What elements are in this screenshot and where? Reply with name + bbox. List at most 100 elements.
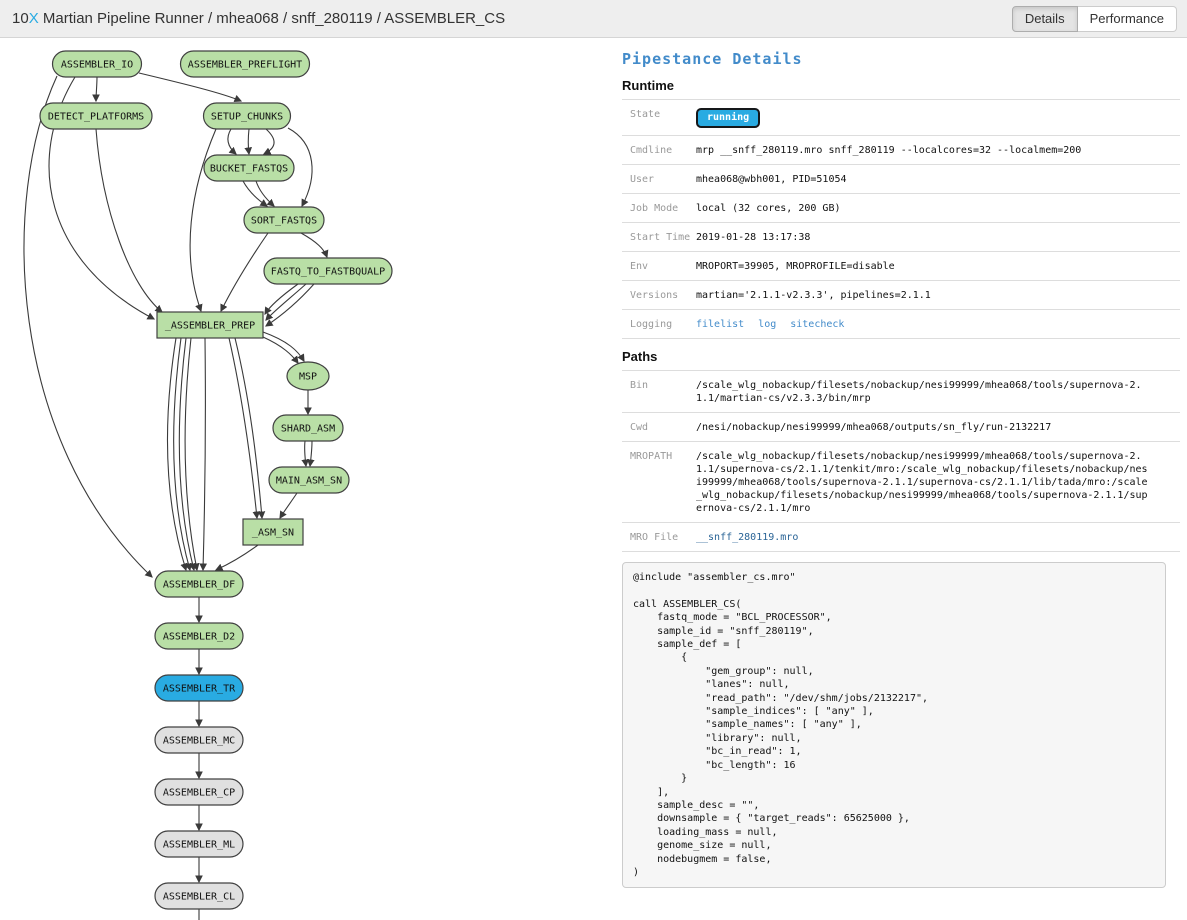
edge-assembler-prep-to-assembler-df xyxy=(203,338,205,570)
node-label: BUCKET_FASTQS xyxy=(210,164,288,175)
detail-row: Cwd/nesi/nobackup/nesi99999/mhea068/outp… xyxy=(622,412,1180,441)
node-assembler-prep[interactable]: _ASSEMBLER_PREP xyxy=(157,312,263,338)
edge-fastq-to-fastbqualp-to--assembler-prep xyxy=(265,284,298,314)
header-bar: 10X Martian Pipeline Runner / mhea068 / … xyxy=(0,0,1187,38)
edge-main-asm-sn-to--asm-sn xyxy=(280,493,297,518)
node-assembler-d2[interactable]: ASSEMBLER_D2 xyxy=(155,623,243,649)
log-link-log[interactable]: log xyxy=(758,319,776,330)
detail-row: Staterunning xyxy=(622,99,1180,135)
edge-asm-sn-to-assembler-df xyxy=(216,545,258,570)
brand-10: 10 xyxy=(12,10,29,27)
row-label: State xyxy=(630,108,696,128)
node-assembler-mc[interactable]: ASSEMBLER_MC xyxy=(155,727,243,753)
node-msp[interactable]: MSP xyxy=(287,362,329,390)
node-setup-chunks[interactable]: SETUP_CHUNKS xyxy=(204,103,291,129)
row-value: mrp __snff_280119.mro snff_280119 --loca… xyxy=(696,144,1180,157)
edge-assembler-prep-to-msp xyxy=(263,332,304,361)
row-value: __snff_280119.mro xyxy=(696,531,1180,544)
detail-row: Versionsmartian='2.1.1-v2.3.3', pipeline… xyxy=(622,280,1180,309)
pipeline-graph: ASSEMBLER_IO ASSEMBLER_PREFLIGHT DETECT_PL… xyxy=(0,38,620,920)
edge-sort-fastqs-to-fastq-to-fastbqualp xyxy=(301,233,327,257)
edge-assembler-prep-to-msp xyxy=(263,337,298,363)
detail-row: Start Time2019-01-28 13:17:38 xyxy=(622,222,1180,251)
detail-row: EnvMROPORT=39905, MROPROFILE=disable xyxy=(622,251,1180,280)
edge-shard-asm-to-main-asm-sn xyxy=(305,441,306,466)
performance-button[interactable]: Performance xyxy=(1078,6,1177,32)
node-label: ASSEMBLER_CP xyxy=(163,788,235,799)
row-label: Start Time xyxy=(630,231,696,244)
node-label: ASSEMBLER_MC xyxy=(163,736,235,747)
row-label: Env xyxy=(630,260,696,273)
node-bucket-fastqs[interactable]: BUCKET_FASTQS xyxy=(204,155,294,181)
row-value: /nesi/nobackup/nesi99999/mhea068/outputs… xyxy=(696,421,1180,434)
node-assembler-tr[interactable]: ASSEMBLER_TR xyxy=(155,675,243,701)
node-label: MAIN_ASM_SN xyxy=(276,476,342,487)
node-label: ASSEMBLER_CL xyxy=(163,892,235,903)
row-label: Cmdline xyxy=(630,144,696,157)
node-fastq-to-fastbqualp[interactable]: FASTQ_TO_FASTBQUALP xyxy=(264,258,392,284)
node-main-asm-sn[interactable]: MAIN_ASM_SN xyxy=(269,467,349,493)
paths-heading: Paths xyxy=(622,349,1180,364)
row-value: 2019-01-28 13:17:38 xyxy=(696,231,1180,244)
node-assembler-preflight[interactable]: ASSEMBLER_PREFLIGHT xyxy=(181,51,310,77)
brand-x: X xyxy=(29,10,39,27)
view-toggle: Details Performance xyxy=(1012,6,1177,32)
detail-row: Job Modelocal (32 cores, 200 GB) xyxy=(622,193,1180,222)
edge-shard-asm-to-main-asm-sn xyxy=(310,441,312,466)
detail-row: Cmdlinemrp __snff_280119.mro snff_280119… xyxy=(622,135,1180,164)
row-label: MRO File xyxy=(630,531,696,544)
row-value: martian='2.1.1-v2.3.3', pipelines=2.1.1 xyxy=(696,289,1180,302)
row-value: running xyxy=(696,108,1180,128)
state-badge: running xyxy=(696,108,760,128)
row-label: Job Mode xyxy=(630,202,696,215)
row-value: /scale_wlg_nobackup/filesets/nobackup/ne… xyxy=(696,450,1180,515)
row-label: Bin xyxy=(630,379,696,405)
node-label: ASSEMBLER_PREFLIGHT xyxy=(188,60,302,71)
edge-setup-chunks-to-bucket-fastqs xyxy=(264,129,274,154)
details-button[interactable]: Details xyxy=(1012,6,1078,32)
runtime-table: StaterunningCmdlinemrp __snff_280119.mro… xyxy=(622,99,1180,339)
row-label: Cwd xyxy=(630,421,696,434)
node-label: _ASSEMBLER_PREP xyxy=(165,321,255,332)
node-detect-platforms[interactable]: DETECT_PLATFORMS xyxy=(40,103,152,129)
row-label: Versions xyxy=(630,289,696,302)
node-label: _ASM_SN xyxy=(252,528,294,539)
pipestance-details-panel: Pipestance Details Runtime StaterunningC… xyxy=(622,38,1180,888)
node-label: ASSEMBLER_IO xyxy=(61,60,133,71)
edge-assembler-prep-to--asm-sn xyxy=(235,338,262,518)
node-assembler-cl[interactable]: ASSEMBLER_CL xyxy=(155,883,243,909)
edge-fastq-to-fastbqualp-to--assembler-prep xyxy=(266,284,306,320)
breadcrumb: Martian Pipeline Runner / mhea068 / snff… xyxy=(39,10,505,27)
edge-assembler-prep-to--asm-sn xyxy=(229,338,257,518)
node-assembler-df[interactable]: ASSEMBLER_DF xyxy=(155,571,243,597)
node-label: FASTQ_TO_FASTBQUALP xyxy=(271,267,385,278)
detail-row: MRO File__snff_280119.mro xyxy=(622,522,1180,551)
edge-assembler-io-to-detect-platforms xyxy=(96,77,97,101)
mro-code-block: @include "assembler_cs.mro" call ASSEMBL… xyxy=(622,562,1166,888)
node-assembler-ml[interactable]: ASSEMBLER_ML xyxy=(155,831,243,857)
edge-detect-platforms-to--assembler-prep xyxy=(96,129,162,312)
row-value: filelist log sitecheck xyxy=(696,318,1180,331)
edge-assembler-io-to-assembler-df xyxy=(24,76,152,577)
node-label: SETUP_CHUNKS xyxy=(211,112,283,123)
node-asm-sn[interactable]: _ASM_SN xyxy=(243,519,303,545)
edge-bucket-fastqs-to-sort-fastqs xyxy=(256,181,274,206)
row-label: User xyxy=(630,173,696,186)
mro-file-link[interactable]: __snff_280119.mro xyxy=(696,532,798,543)
node-assembler-io[interactable]: ASSEMBLER_IO xyxy=(53,51,142,77)
node-sort-fastqs[interactable]: SORT_FASTQS xyxy=(244,207,324,233)
node-label: MSP xyxy=(299,372,317,383)
detail-row: Usermhea068@wbh001, PID=51054 xyxy=(622,164,1180,193)
edge-setup-chunks-to-bucket-fastqs xyxy=(228,129,236,154)
edge-sort-fastqs-to--assembler-prep xyxy=(221,233,268,311)
log-link-sitecheck[interactable]: sitecheck xyxy=(790,319,844,330)
node-label: SHARD_ASM xyxy=(281,424,335,435)
detail-row: MROPATH/scale_wlg_nobackup/filesets/noba… xyxy=(622,441,1180,522)
node-label: ASSEMBLER_ML xyxy=(163,840,235,851)
node-label: DETECT_PLATFORMS xyxy=(48,112,144,123)
node-assembler-cp[interactable]: ASSEMBLER_CP xyxy=(155,779,243,805)
page-title: 10X Martian Pipeline Runner / mhea068 / … xyxy=(12,10,505,27)
edge-setup-chunks-to-bucket-fastqs xyxy=(248,129,249,154)
node-shard-asm[interactable]: SHARD_ASM xyxy=(273,415,343,441)
log-link-filelist[interactable]: filelist xyxy=(696,319,744,330)
